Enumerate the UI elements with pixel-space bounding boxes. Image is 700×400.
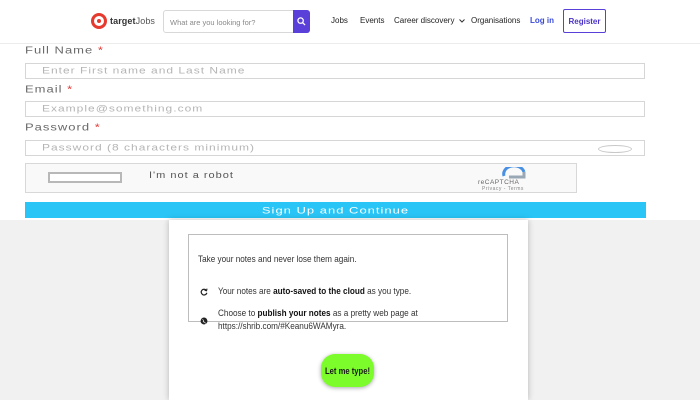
notes-intro: Take your notes and never lose them agai… — [198, 254, 357, 265]
notes-card: Take your notes and never lose them agai… — [169, 220, 528, 400]
email-field[interactable]: Example@something.com — [25, 101, 645, 117]
feature-publish: Choose to publish your notes as a pretty… — [218, 308, 418, 332]
recaptcha-logo-icon — [502, 167, 526, 179]
password-field[interactable]: Password (8 characters minimum) — [25, 140, 645, 156]
nav-career-discovery[interactable]: Career discovery — [394, 16, 465, 25]
refresh-icon — [200, 288, 208, 296]
recaptcha-links[interactable]: Privacy - Terms — [482, 186, 524, 192]
search-bar — [163, 10, 310, 33]
password-label: Password * — [25, 121, 101, 133]
let-me-type-label: Let me type! — [324, 365, 371, 376]
full-name-field[interactable]: Enter First name and Last Name — [25, 63, 645, 79]
email-label: Email * — [25, 83, 74, 95]
register-button[interactable]: Register — [563, 9, 606, 33]
recaptcha-label: I'm not a robot — [149, 171, 234, 181]
recaptcha-widget: I'm not a robot reCAPTCHA Privacy - Term… — [25, 163, 577, 193]
search-icon — [297, 17, 306, 26]
search-input[interactable] — [168, 14, 292, 31]
sign-up-button-label: Sign Up and Continue — [261, 204, 410, 216]
let-me-type-button[interactable]: Let me type! — [321, 354, 374, 387]
nav-organisations[interactable]: Organisations — [471, 16, 520, 25]
recaptcha-checkbox[interactable] — [48, 172, 122, 183]
nav-events[interactable]: Events — [360, 16, 384, 25]
top-nav-bar: targetJobs Jobs Events Career discovery … — [0, 0, 700, 44]
chevron-down-icon — [458, 19, 465, 23]
email-placeholder: Example@something.com — [42, 103, 204, 114]
sign-up-button[interactable]: Sign Up and Continue — [25, 202, 646, 218]
site-logo[interactable]: targetJobs — [91, 11, 155, 31]
show-password-icon[interactable] — [598, 145, 632, 153]
logo-text: targetJobs — [110, 16, 156, 26]
feature-autosave: Your notes are auto-saved to the cloud a… — [218, 286, 412, 297]
nav-jobs[interactable]: Jobs — [331, 16, 348, 25]
full-name-label: Full Name * — [25, 44, 104, 56]
login-link[interactable]: Log in — [530, 16, 554, 25]
password-placeholder: Password (8 characters minimum) — [42, 142, 256, 153]
search-button[interactable] — [293, 10, 310, 33]
target-logo-icon — [91, 13, 107, 29]
notes-section: Take your notes and never lose them agai… — [0, 220, 700, 400]
nav-career-label: Career discovery — [394, 16, 455, 25]
signup-form: Full Name * Enter First name and Last Na… — [0, 44, 700, 220]
globe-icon — [200, 317, 208, 325]
recaptcha-brand: reCAPTCHA — [478, 179, 520, 186]
full-name-placeholder: Enter First name and Last Name — [42, 65, 246, 76]
